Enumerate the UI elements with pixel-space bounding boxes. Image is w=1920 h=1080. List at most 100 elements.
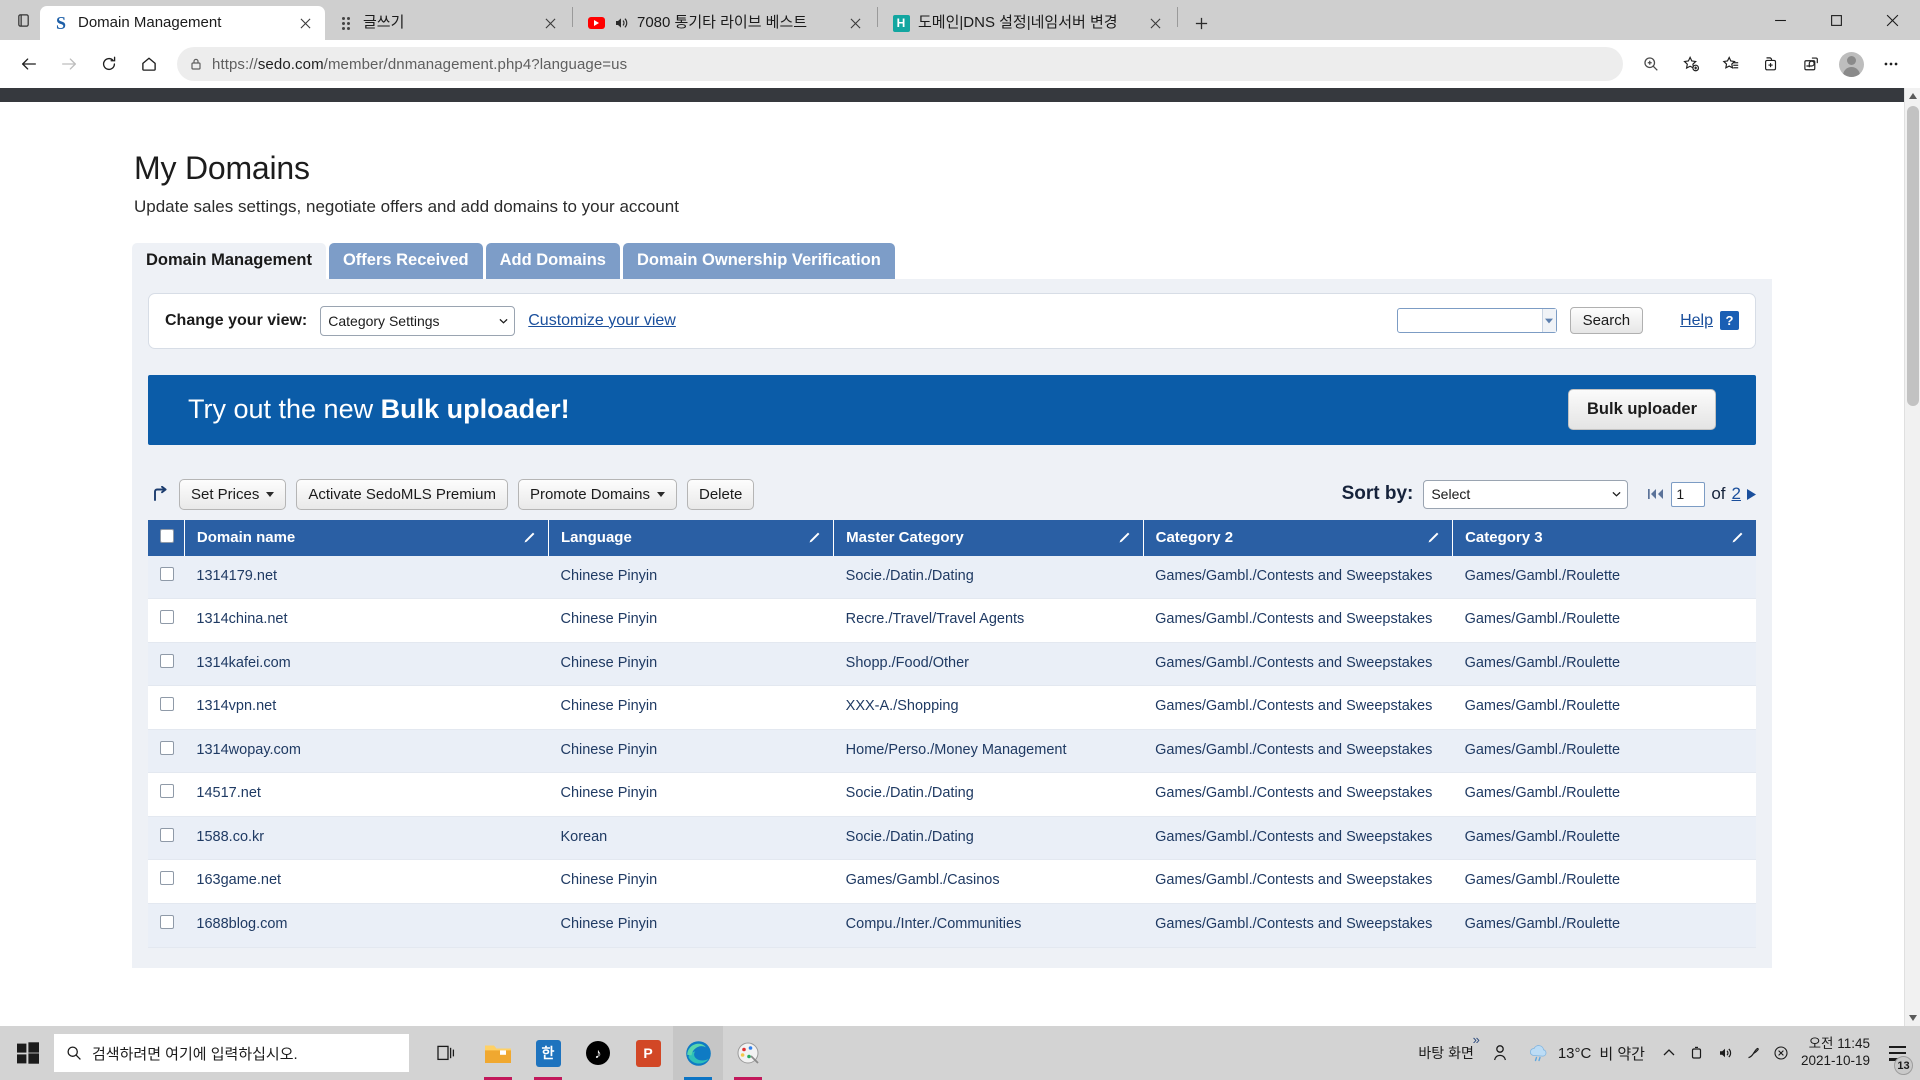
set-prices-button[interactable]: Set Prices <box>179 478 287 510</box>
task-view-icon[interactable] <box>423 1026 473 1080</box>
pencil-icon[interactable] <box>807 531 821 545</box>
column-header-domain-name[interactable]: Domain name <box>184 519 549 556</box>
hangul-icon[interactable]: 한 <box>523 1026 573 1080</box>
battery-icon[interactable] <box>1683 1045 1711 1061</box>
domain-name-link[interactable]: 1314kafei.com <box>184 642 549 687</box>
move-arrow-icon[interactable] <box>152 485 169 503</box>
home-icon[interactable] <box>130 45 168 83</box>
pencil-icon[interactable] <box>1730 531 1744 545</box>
browser-tab-youtube[interactable]: 7080 통기타 라이브 베스트 <box>575 6 875 40</box>
domain-name-link[interactable]: 1588.co.kr <box>184 816 549 861</box>
delete-button[interactable]: Delete <box>686 478 755 510</box>
domain-name-link[interactable]: 1314china.net <box>184 598 549 643</box>
column-header-category-2[interactable]: Category 2 <box>1143 519 1454 556</box>
row-checkbox[interactable] <box>160 871 174 886</box>
tab-list-icon[interactable] <box>6 0 40 40</box>
customize-view-link[interactable]: Customize your view <box>528 312 676 330</box>
volume-icon[interactable] <box>1711 1045 1739 1061</box>
browser-tab-dns[interactable]: H 도메인|DNS 설정|네임서버 변경 <box>880 6 1175 40</box>
row-checkbox[interactable] <box>160 697 174 712</box>
windows-start-icon[interactable] <box>4 1026 52 1080</box>
close-icon[interactable] <box>539 12 561 34</box>
tab-add-domains[interactable]: Add Domains <box>485 243 620 279</box>
minimize-button[interactable] <box>1752 0 1808 40</box>
bulk-uploader-button[interactable]: Bulk uploader <box>1567 389 1716 430</box>
notification-center-button[interactable]: 13 <box>1880 1026 1914 1080</box>
pencil-icon[interactable] <box>1426 531 1440 545</box>
row-checkbox[interactable] <box>160 740 174 755</box>
scroll-down-icon[interactable] <box>1905 1010 1920 1026</box>
column-header-master-category[interactable]: Master Category <box>833 519 1144 556</box>
browser-tab-geulsseugi[interactable]: 글쓰기 <box>325 6 570 40</box>
select-all-checkbox[interactable] <box>160 528 174 543</box>
row-checkbox[interactable] <box>160 827 174 842</box>
desktop-peek[interactable]: 바탕 화면 » <box>1410 1026 1481 1080</box>
edge-icon[interactable] <box>673 1026 723 1080</box>
back-arrow-icon[interactable] <box>10 45 48 83</box>
zoom-icon[interactable] <box>1632 45 1670 83</box>
address-bar[interactable]: https://sedo.com/member/dnmanagement.php… <box>177 47 1623 81</box>
search-button[interactable]: Search <box>1569 307 1644 334</box>
help-link[interactable]: Help <box>1680 312 1713 330</box>
page-scrollbar[interactable] <box>1904 88 1920 1026</box>
row-checkbox[interactable] <box>160 784 174 799</box>
tab-domain-ownership-verification[interactable]: Domain Ownership Verification <box>622 243 895 279</box>
audio-playing-icon[interactable] <box>613 15 629 31</box>
powerpoint-icon[interactable]: P <box>623 1026 673 1080</box>
pencil-icon[interactable] <box>1117 531 1131 545</box>
close-icon[interactable] <box>294 12 316 34</box>
paint-icon[interactable] <box>723 1026 773 1080</box>
close-icon[interactable] <box>844 12 866 34</box>
taskbar-clock[interactable]: 오전 11:45 2021-10-19 <box>1795 1036 1880 1070</box>
show-hidden-icons-icon[interactable] <box>1655 1045 1683 1061</box>
refresh-icon[interactable] <box>90 45 128 83</box>
view-select[interactable]: Category Settings <box>320 305 516 336</box>
total-pages-link[interactable]: 2 <box>1732 484 1741 504</box>
overflow-chevron-icon[interactable]: » <box>1473 1032 1480 1047</box>
search-dropdown-icon[interactable] <box>1542 309 1556 332</box>
scroll-up-icon[interactable] <box>1905 88 1920 104</box>
column-header-language[interactable]: Language <box>548 519 835 556</box>
row-checkbox[interactable] <box>160 566 174 581</box>
promote-domains-button[interactable]: Promote Domains <box>517 478 677 510</box>
help-question-icon[interactable]: ? <box>1720 311 1739 330</box>
tiktok-icon[interactable]: ♪ <box>573 1026 623 1080</box>
pencil-icon[interactable] <box>522 531 536 545</box>
activate-sedomls-premium-button[interactable]: Activate SedoMLS Premium <box>296 478 508 510</box>
row-checkbox[interactable] <box>160 653 174 668</box>
domain-name-link[interactable]: 163game.net <box>184 859 549 904</box>
domain-name-link[interactable]: 1314vpn.net <box>184 685 549 730</box>
ie-mode-icon[interactable] <box>1792 45 1830 83</box>
search-combo[interactable] <box>1396 308 1557 333</box>
tab-domain-management[interactable]: Domain Management <box>132 243 326 279</box>
new-tab-button[interactable] <box>1184 6 1218 40</box>
maximize-button[interactable] <box>1808 0 1864 40</box>
close-circle-icon[interactable] <box>1767 1045 1795 1061</box>
search-input[interactable] <box>1397 309 1543 332</box>
browser-tab-domain-management[interactable]: S Domain Management <box>40 6 325 40</box>
domain-name-link[interactable]: 14517.net <box>184 772 549 817</box>
page-number-input[interactable] <box>1671 481 1706 507</box>
column-header-category-3[interactable]: Category 3 <box>1452 519 1756 556</box>
collections-icon[interactable] <box>1752 45 1790 83</box>
scrollbar-thumb[interactable] <box>1907 106 1919 406</box>
pen-icon[interactable] <box>1739 1045 1767 1061</box>
domain-name-link[interactable]: 1314wopay.com <box>184 729 549 774</box>
profile-icon[interactable] <box>1832 45 1870 83</box>
add-favorite-icon[interactable] <box>1672 45 1710 83</box>
row-checkbox[interactable] <box>160 610 174 625</box>
file-explorer-icon[interactable] <box>473 1026 523 1080</box>
domain-name-link[interactable]: 1314179.net <box>184 555 549 600</box>
sort-select[interactable]: Select <box>1423 479 1629 509</box>
settings-more-icon[interactable] <box>1872 45 1910 83</box>
favorites-icon[interactable] <box>1712 45 1750 83</box>
taskbar-search-box[interactable]: 검색하려면 여기에 입력하십시오. <box>54 1034 409 1072</box>
tab-offers-received[interactable]: Offers Received <box>328 243 483 279</box>
weather-widget[interactable]: 13°C 비 약간 <box>1518 1042 1655 1064</box>
row-checkbox[interactable] <box>160 915 174 929</box>
next-page-icon[interactable] <box>1747 488 1756 500</box>
close-icon[interactable] <box>1144 12 1166 34</box>
domain-name-link[interactable]: 1688blog.com <box>184 903 549 948</box>
people-icon[interactable] <box>1482 1026 1518 1080</box>
first-page-icon[interactable] <box>1648 488 1665 500</box>
